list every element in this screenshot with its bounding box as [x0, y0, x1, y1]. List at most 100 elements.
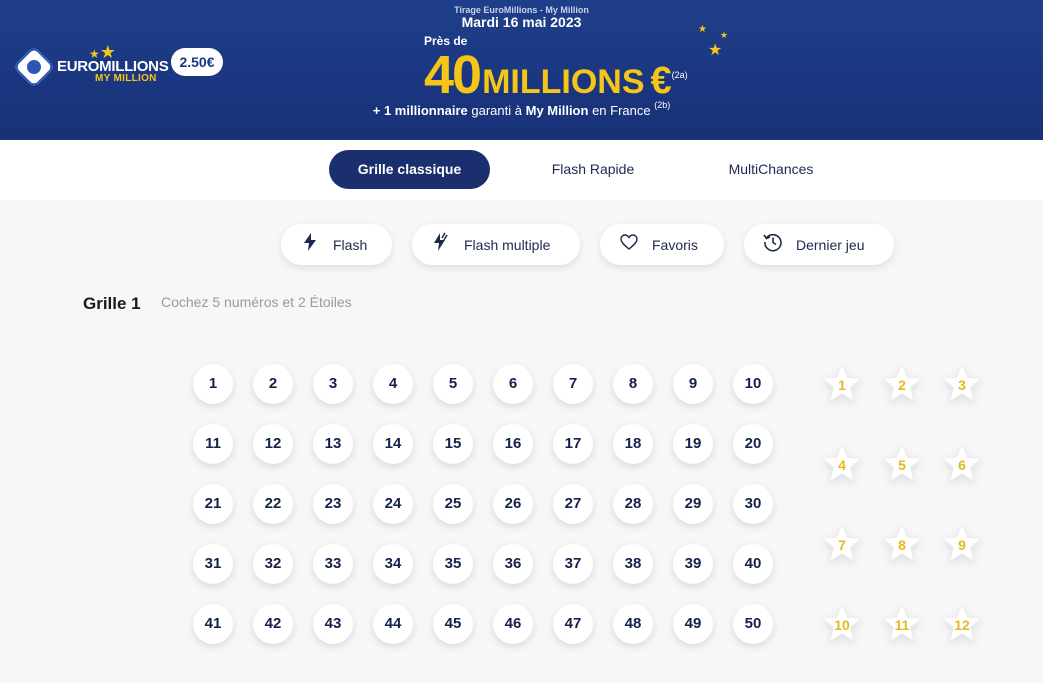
- number-ball-25[interactable]: 25: [433, 484, 473, 524]
- flash-multiple-icon: [430, 232, 452, 257]
- number-ball-26[interactable]: 26: [493, 484, 533, 524]
- flash-button[interactable]: Flash: [281, 224, 392, 265]
- number-ball-7[interactable]: 7: [553, 364, 593, 404]
- star-number: 8: [898, 537, 906, 553]
- subline-mid: garanti à: [467, 103, 526, 118]
- tab-flash-rapide[interactable]: Flash Rapide: [522, 150, 664, 189]
- number-ball-45[interactable]: 45: [433, 604, 473, 644]
- star-number: 10: [834, 617, 850, 633]
- history-icon: [762, 232, 784, 257]
- star-button-11[interactable]: 11: [880, 602, 924, 646]
- jackpot-currency: €: [650, 60, 672, 102]
- flash-multiple-label: Flash multiple: [464, 236, 551, 253]
- number-ball-21[interactable]: 21: [193, 484, 233, 524]
- subline-note: (2b): [654, 100, 671, 110]
- number-ball-3[interactable]: 3: [313, 364, 353, 404]
- star-button-3[interactable]: 3: [940, 362, 984, 406]
- header-banner: ★★ EUROMILLIONS MY MILLION 2.50€ Tirage …: [0, 0, 1043, 140]
- heart-icon: [618, 234, 640, 255]
- number-ball-1[interactable]: 1: [193, 364, 233, 404]
- number-ball-43[interactable]: 43: [313, 604, 353, 644]
- euromillions-logo[interactable]: ★★ EUROMILLIONS MY MILLION: [12, 42, 169, 89]
- number-ball-42[interactable]: 42: [253, 604, 293, 644]
- number-ball-44[interactable]: 44: [373, 604, 413, 644]
- logo-subtext: MY MILLION: [95, 73, 157, 84]
- number-ball-5[interactable]: 5: [433, 364, 473, 404]
- number-ball-4[interactable]: 4: [373, 364, 413, 404]
- star-button-4[interactable]: 4: [820, 442, 864, 486]
- star-button-8[interactable]: 8: [880, 522, 924, 566]
- number-ball-22[interactable]: 22: [253, 484, 293, 524]
- number-ball-33[interactable]: 33: [313, 544, 353, 584]
- star-number: 6: [958, 457, 966, 473]
- flash-label: Flash: [333, 236, 368, 253]
- tab-grille-classique[interactable]: Grille classique: [329, 150, 490, 189]
- star-button-12[interactable]: 12: [940, 602, 984, 646]
- number-ball-19[interactable]: 19: [673, 424, 713, 464]
- favoris-button[interactable]: Favoris: [600, 224, 724, 265]
- star-button-5[interactable]: 5: [880, 442, 924, 486]
- star-button-10[interactable]: 10: [820, 602, 864, 646]
- number-ball-36[interactable]: 36: [493, 544, 533, 584]
- tab-multichances[interactable]: MultiChances: [700, 150, 842, 189]
- number-ball-32[interactable]: 32: [253, 544, 293, 584]
- dernier-jeu-button[interactable]: Dernier jeu: [744, 224, 894, 265]
- star-number: 11: [894, 617, 910, 633]
- subline-suffix: en France: [588, 103, 655, 118]
- jackpot-amount: 40MILLIONS €(2a): [424, 44, 688, 106]
- number-ball-14[interactable]: 14: [373, 424, 413, 464]
- number-ball-11[interactable]: 11: [193, 424, 233, 464]
- star-number: 5: [898, 457, 906, 473]
- number-ball-46[interactable]: 46: [493, 604, 533, 644]
- star-decoration-icon: ★: [698, 24, 707, 35]
- number-ball-38[interactable]: 38: [613, 544, 653, 584]
- number-ball-2[interactable]: 2: [253, 364, 293, 404]
- number-ball-30[interactable]: 30: [733, 484, 773, 524]
- number-ball-24[interactable]: 24: [373, 484, 413, 524]
- star-button-2[interactable]: 2: [880, 362, 924, 406]
- number-ball-37[interactable]: 37: [553, 544, 593, 584]
- favoris-label: Favoris: [652, 236, 698, 253]
- grid-hint: Cochez 5 numéros et 2 Étoiles: [161, 294, 352, 310]
- number-ball-41[interactable]: 41: [193, 604, 233, 644]
- star-number: 4: [838, 457, 846, 473]
- number-ball-12[interactable]: 12: [253, 424, 293, 464]
- number-ball-10[interactable]: 10: [733, 364, 773, 404]
- number-ball-18[interactable]: 18: [613, 424, 653, 464]
- number-ball-49[interactable]: 49: [673, 604, 713, 644]
- star-button-9[interactable]: 9: [940, 522, 984, 566]
- number-ball-13[interactable]: 13: [313, 424, 353, 464]
- number-ball-39[interactable]: 39: [673, 544, 713, 584]
- star-number: 7: [838, 537, 846, 553]
- star-number: 12: [954, 617, 970, 633]
- star-button-7[interactable]: 7: [820, 522, 864, 566]
- number-ball-6[interactable]: 6: [493, 364, 533, 404]
- flash-multiple-button[interactable]: Flash multiple: [412, 224, 580, 265]
- number-ball-27[interactable]: 27: [553, 484, 593, 524]
- draw-date: Mardi 16 mai 2023: [461, 14, 582, 30]
- number-ball-29[interactable]: 29: [673, 484, 713, 524]
- star-button-6[interactable]: 6: [940, 442, 984, 486]
- number-ball-17[interactable]: 17: [553, 424, 593, 464]
- number-ball-40[interactable]: 40: [733, 544, 773, 584]
- number-ball-9[interactable]: 9: [673, 364, 713, 404]
- number-ball-34[interactable]: 34: [373, 544, 413, 584]
- dernier-jeu-label: Dernier jeu: [796, 236, 865, 253]
- number-ball-20[interactable]: 20: [733, 424, 773, 464]
- star-button-1[interactable]: 1: [820, 362, 864, 406]
- number-ball-28[interactable]: 28: [613, 484, 653, 524]
- jackpot-note: (2a): [671, 70, 688, 80]
- number-ball-31[interactable]: 31: [193, 544, 233, 584]
- number-ball-35[interactable]: 35: [433, 544, 473, 584]
- number-ball-47[interactable]: 47: [553, 604, 593, 644]
- number-ball-15[interactable]: 15: [433, 424, 473, 464]
- number-ball-23[interactable]: 23: [313, 484, 353, 524]
- subline-prefix: + 1 millionnaire: [372, 103, 468, 118]
- number-ball-50[interactable]: 50: [733, 604, 773, 644]
- number-ball-16[interactable]: 16: [493, 424, 533, 464]
- millionaire-subline: + 1 millionnaire garanti à My Million en…: [0, 100, 1043, 118]
- number-ball-48[interactable]: 48: [613, 604, 653, 644]
- price-badge: 2.50€: [171, 48, 223, 76]
- grid-title: Grille 1: [83, 294, 141, 313]
- number-ball-8[interactable]: 8: [613, 364, 653, 404]
